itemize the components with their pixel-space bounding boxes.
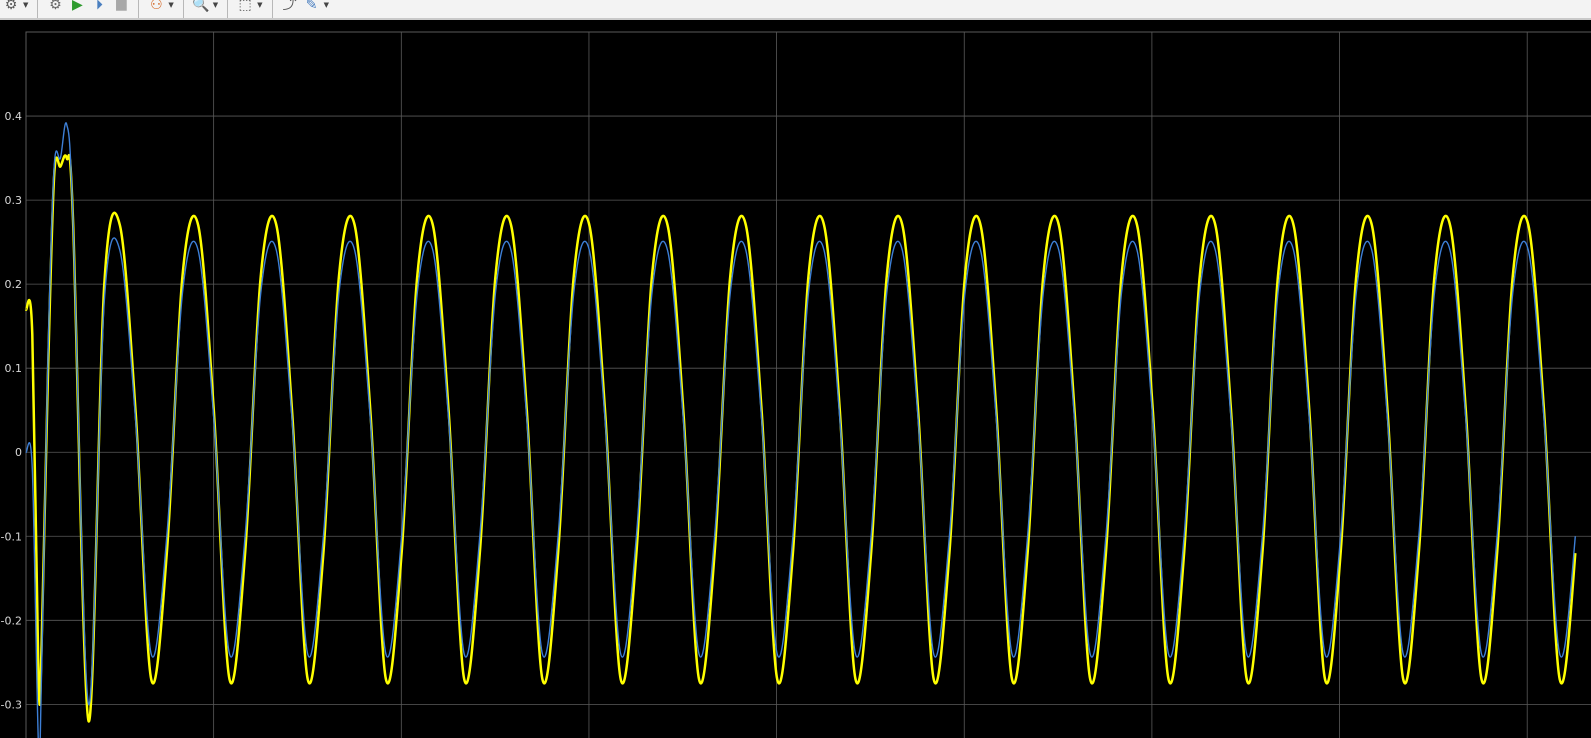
- y-tick-label: -0.1: [1, 530, 22, 543]
- y-tick-label: -0.3: [1, 698, 22, 711]
- toolbar-separator: [271, 0, 273, 18]
- toolbar-group-zoom: 🔍 ▼: [190, 0, 221, 14]
- scope-plot-area[interactable]: 0.4 0.3 0.2 0.1 0 -0.1 -0.2 -0.3: [0, 20, 1591, 738]
- stop-icon[interactable]: ■: [110, 0, 132, 14]
- y-axis-ticks: 0.4 0.3 0.2 0.1 0 -0.1 -0.2 -0.3: [1, 110, 22, 711]
- grid: [25, 31, 1591, 738]
- toolbar-separator: [182, 0, 184, 18]
- toolbar-separator: [138, 0, 140, 18]
- toolbar-separator: [37, 0, 39, 18]
- y-tick-label: 0.4: [5, 110, 23, 123]
- scope-plot[interactable]: 0.4 0.3 0.2 0.1 0 -0.1 -0.2 -0.3: [0, 20, 1591, 738]
- chevron-down-icon[interactable]: ▼: [256, 0, 265, 14]
- step-forward-icon[interactable]: ⏵: [88, 0, 110, 14]
- toolbar-group-autoscale: ⬚ ▼: [234, 0, 265, 14]
- run-icon[interactable]: ▶: [66, 0, 88, 14]
- y-tick-label: -0.2: [1, 614, 22, 627]
- scope-settings-icon[interactable]: ⚙: [44, 0, 66, 14]
- signal-line-1: [24, 153, 1577, 723]
- toolbar-separator: [227, 0, 229, 18]
- plot-border: [25, 31, 1591, 738]
- toolbar-group-settings: ⚙ ▼: [0, 0, 31, 14]
- autoscale-icon[interactable]: ⬚: [234, 0, 256, 14]
- chevron-down-icon[interactable]: ▼: [22, 0, 31, 14]
- toolbar-group-simulation: ⚙ ▶ ⏵ ■: [44, 0, 132, 14]
- y-tick-label: 0.1: [5, 362, 23, 375]
- y-tick-label: 0.2: [5, 278, 23, 291]
- toolbar-group-measure: ⤴ ✎ ▼: [279, 0, 332, 14]
- highlight-block-icon[interactable]: ⚇: [145, 0, 167, 14]
- toolbar-group-highlight: ⚇ ▼: [145, 0, 176, 14]
- signals: [24, 122, 1577, 738]
- chevron-down-icon[interactable]: ▼: [212, 0, 221, 14]
- chevron-down-icon[interactable]: ▼: [167, 0, 176, 14]
- scope-toolbar: ⚙ ▼ ⚙ ▶ ⏵ ■ ⚇ ▼ 🔍 ▼ ⬚ ▼ ⤴ ✎ ▼: [0, 0, 1591, 20]
- restore-view-icon[interactable]: ⤴: [279, 0, 301, 14]
- measurement-icon[interactable]: ✎: [301, 0, 323, 14]
- y-tick-label: 0.3: [5, 194, 23, 207]
- gear-icon[interactable]: ⚙: [0, 0, 22, 14]
- zoom-in-icon[interactable]: 🔍: [190, 0, 212, 14]
- chevron-down-icon[interactable]: ▼: [323, 0, 332, 14]
- y-tick-label: 0: [15, 446, 22, 459]
